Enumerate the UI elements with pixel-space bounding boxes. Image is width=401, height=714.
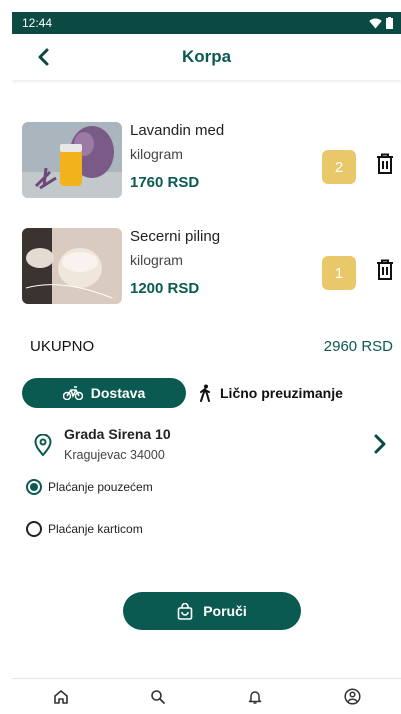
page-title: Korpa bbox=[181, 47, 232, 66]
nav-notifications[interactable] bbox=[243, 685, 267, 709]
total-label: UKUPNO bbox=[30, 338, 95, 355]
payment-cash-label: Plaćanje pouzećem bbox=[48, 480, 153, 494]
address-city: Kragujevac 34000 bbox=[64, 448, 165, 462]
account-icon bbox=[344, 688, 361, 705]
item-name: Secerni piling bbox=[130, 228, 221, 245]
bicycle-icon bbox=[62, 386, 83, 400]
item-unit: kilogram bbox=[130, 252, 183, 268]
total-row: UKUPNO 2960 RSD bbox=[30, 338, 393, 355]
wifi-icon bbox=[369, 18, 382, 28]
payment-option-cash[interactable]: Plaćanje pouzećem bbox=[26, 479, 153, 495]
pickup-option-button[interactable]: Lično preuzimanje bbox=[198, 378, 343, 408]
bell-icon bbox=[248, 690, 262, 704]
pickup-label: Lično preuzimanje bbox=[220, 385, 343, 401]
payment-option-card[interactable]: Plaćanje karticom bbox=[26, 521, 143, 537]
quantity-badge[interactable]: 1 bbox=[322, 256, 356, 290]
battery-icon bbox=[386, 17, 393, 29]
cart-item: Lavandin med kilogram 1760 RSD 2 bbox=[22, 122, 401, 198]
search-icon bbox=[151, 689, 165, 704]
quantity-badge[interactable]: 2 bbox=[322, 150, 356, 184]
trash-icon[interactable] bbox=[376, 259, 394, 281]
status-time: 12:44 bbox=[22, 16, 53, 30]
back-arrow-icon[interactable] bbox=[34, 47, 54, 67]
screen: 12:44 Korpa Lavandin med kilogram 1760 R… bbox=[12, 12, 401, 714]
order-button[interactable]: Poruči bbox=[123, 592, 301, 630]
total-value: 2960 RSD bbox=[323, 338, 393, 355]
delivery-option-button[interactable]: Dostava bbox=[22, 378, 186, 408]
item-name: Lavandin med bbox=[130, 122, 225, 139]
shopping-bag-icon bbox=[177, 602, 193, 620]
item-price: 1200 RSD bbox=[130, 280, 200, 297]
delivery-label: Dostava bbox=[90, 385, 146, 401]
address-street: Grada Sirena 10 bbox=[64, 426, 171, 442]
order-label: Poruči bbox=[203, 603, 247, 619]
location-pin-icon bbox=[34, 434, 52, 456]
product-image-honey bbox=[22, 122, 122, 198]
cart-item: Secerni piling kilogram 1200 RSD 1 bbox=[22, 228, 401, 304]
walking-person-icon bbox=[200, 384, 210, 402]
product-image-scrub bbox=[22, 228, 122, 304]
status-icons bbox=[369, 17, 393, 29]
item-price: 1760 RSD bbox=[130, 174, 200, 191]
app-bar: Korpa bbox=[12, 34, 401, 80]
nav-account[interactable] bbox=[340, 685, 364, 709]
nav-home[interactable] bbox=[49, 685, 73, 709]
chevron-right-icon[interactable] bbox=[373, 434, 387, 454]
radio-button[interactable] bbox=[26, 479, 42, 495]
home-icon bbox=[53, 689, 68, 704]
payment-card-label: Plaćanje karticom bbox=[48, 522, 143, 536]
radio-button[interactable] bbox=[26, 521, 42, 537]
nav-search[interactable] bbox=[146, 685, 170, 709]
item-unit: kilogram bbox=[130, 146, 183, 162]
delivery-address-row[interactable]: Grada Sirena 10 Kragujevac 34000 bbox=[32, 424, 387, 464]
bottom-navigation bbox=[12, 678, 401, 714]
trash-icon[interactable] bbox=[376, 153, 394, 175]
status-bar: 12:44 bbox=[12, 12, 401, 34]
